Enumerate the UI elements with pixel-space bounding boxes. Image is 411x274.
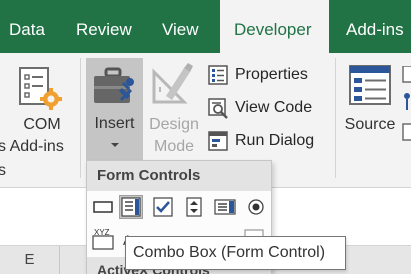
chevron-down-icon [111,143,119,147]
tab-data[interactable]: Data [9,0,45,53]
option-button-control-icon[interactable] [244,195,268,219]
insert-label: Insert [94,115,135,132]
toolbox-icon [94,67,134,103]
spin-button-control-icon[interactable] [182,195,206,219]
tab-view[interactable]: View [162,0,199,53]
run-dialog-button[interactable]: Run Dialog [207,127,314,155]
tab-review[interactable]: Review [76,0,132,53]
design-label: Design [149,116,199,133]
form-controls-header: Form Controls [87,161,271,191]
add-ins-label: s Add-ins [0,138,64,155]
properties-label: Properties [235,66,308,83]
view-code-icon [208,98,228,119]
combo-box-tooltip: Combo Box (Form Control) [125,236,346,270]
tab-add-ins[interactable]: Add-ins [346,0,404,53]
combo-box-control-icon[interactable] [119,195,143,219]
properties-button[interactable]: Properties [207,61,308,89]
com-add-ins-icon [19,67,62,110]
mode-label: Mode [153,138,195,155]
xml-map-properties-icon [402,66,411,141]
xml-source-icon [349,65,391,105]
run-dialog-icon [208,131,228,151]
view-code-button[interactable]: View Code [207,94,312,122]
design-mode-icon [152,63,193,104]
check-box-control-icon[interactable] [151,195,175,219]
source-label: Source [344,116,396,133]
tab-developer[interactable]: Developer [220,0,329,53]
run-dialog-label: Run Dialog [235,132,315,149]
view-code-label: View Code [235,99,313,116]
label-control-icon[interactable]: XYZ [91,227,115,251]
button-control-icon[interactable] [91,195,115,219]
insert-button[interactable]: Insert [86,58,143,160]
group-label-fragment: s [0,162,6,179]
ribbon-separator [335,58,336,178]
svg-text:XYZ: XYZ [94,228,110,237]
properties-icon [208,65,228,85]
ribbon-tab-bar: Data Review View Developer Add-ins [0,0,411,53]
com-label: COM [23,116,61,133]
list-box-control-icon[interactable] [213,195,237,219]
column-header-e[interactable]: E [0,246,60,274]
ribbon-separator [80,58,81,178]
